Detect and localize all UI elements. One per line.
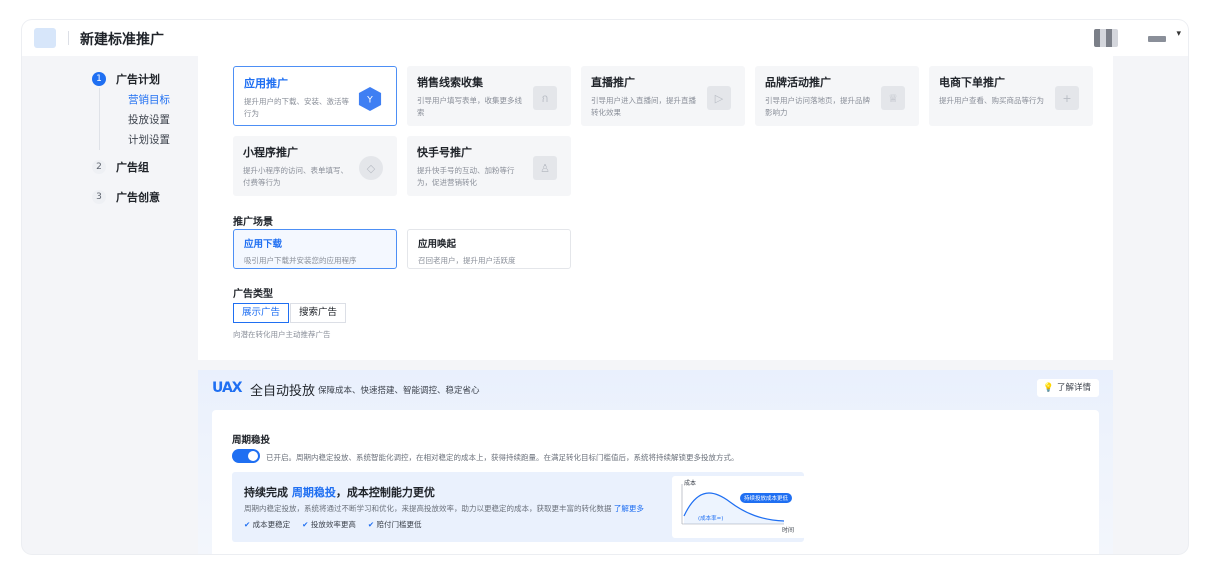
toggle-description: 已开启。周期内稳定投放、系统智能化调控，在相对稳定的成本上，获得持续跑量。在满足… <box>266 453 739 462</box>
app-hex-icon: Y <box>358 87 382 111</box>
uax-card: 周期稳投 已开启。周期内稳定投放、系统智能化调控，在相对稳定的成本上，获得持续跑… <box>212 410 1099 554</box>
scene-section-label: 推广场景 <box>233 217 273 228</box>
chevron-down-icon[interactable]: ▾ <box>1176 29 1181 39</box>
goal-desc: 提升小程序的访问、表单填写、付费等行为 <box>243 166 348 187</box>
uax-subtitle: 保障成本、快速搭建、智能调控、稳定省心 <box>318 386 480 396</box>
mini-chart: 成本 时间 持续投放成本更低 (成本率=) <box>672 476 806 538</box>
cart-icon: + <box>1055 86 1079 110</box>
mini-chart-y-label: 成本 <box>684 480 697 487</box>
goal-card-app[interactable]: 应用推广 提升用户的下载、安装、激活等行为 Y <box>233 66 397 126</box>
adtype-search-button[interactable]: 搜索广告 <box>290 303 347 323</box>
goal-card-ecommerce[interactable]: 电商下单推广 提升用户查看、购买商品等行为 + <box>929 66 1093 126</box>
promo-desc: 周期内稳定投放，系统将通过不断学习和优化，来提高投放效率，助力以更稳定的成本，获… <box>244 503 644 514</box>
step-label: 广告创意 <box>116 191 160 204</box>
step-label: 广告计划 <box>116 73 160 86</box>
promo-link[interactable]: 了解更多 <box>614 504 644 513</box>
learn-more-button[interactable]: 💡 了解详情 <box>1037 379 1099 397</box>
step-sidebar: 1 广告计划 营销目标 投放设置 计划设置 2 广告组 3 广告创意 <box>92 68 202 208</box>
uax-title: 全自动投放 <box>250 384 316 399</box>
promo-title-pre: 持续完成 <box>244 486 288 499</box>
adtype-hint: 向潜在转化用户主动推荐广告 <box>233 330 331 339</box>
bulb-icon: 💡 <box>1043 383 1054 393</box>
goal-card-kuaishou[interactable]: 快手号推广 提升快手号的互动、加粉等行为，促进营销转化 ♙ <box>407 136 571 196</box>
page-title: 新建标准推广 <box>80 32 164 48</box>
promo-title-highlight: 周期稳投 <box>291 486 336 499</box>
promo-desc-text: 周期内稳定投放，系统将通过不断学习和优化，来提高投放效率，助力以更稳定的成本，获… <box>244 504 612 513</box>
goal-card-brand[interactable]: 品牌活动推广 引导用户访问落地页，提升品牌影响力 ♕ <box>755 66 919 126</box>
goal-card-miniapp[interactable]: 小程序推广 提升小程序的访问、表单填写、付费等行为 ◇ <box>233 136 397 196</box>
step-number: 2 <box>92 160 106 174</box>
step-ad-group[interactable]: 2 广告组 <box>92 156 202 178</box>
mini-chart-tag: (成本率=) <box>698 516 724 522</box>
step-campaign[interactable]: 1 广告计划 <box>92 68 202 90</box>
step-number: 1 <box>92 72 106 86</box>
learn-more-label: 了解详情 <box>1056 383 1091 393</box>
substep-delivery-settings[interactable]: 投放设置 <box>92 110 202 130</box>
scene-desc: 召回老用户，提升用户活跃度 <box>418 256 516 265</box>
scene-desc: 吸引用户下载并安装您的应用程序 <box>244 256 357 265</box>
crown-icon: ♕ <box>881 86 905 110</box>
mini-chart-x-label: 时间 <box>782 527 795 534</box>
miniapp-icon: ◇ <box>359 156 383 180</box>
promo-title-post: ，成本控制能力更优 <box>335 486 435 499</box>
goal-card-live[interactable]: 直播推广 引导用户进入直播间，提升直播转化效果 ▷ <box>581 66 745 126</box>
avatar[interactable] <box>1094 29 1118 47</box>
app-window: 新建标准推广 ▾ 1 广告计划 营销目标 投放设置 计划设置 2 广告组 3 广… <box>22 20 1188 554</box>
main-panel: 应用推广 提升用户的下载、安装、激活等行为 Y 销售线索收集 引导用户填写表单，… <box>198 56 1113 360</box>
cycle-toggle[interactable] <box>232 449 260 463</box>
uax-panel: UAX 全自动投放 保障成本、快速搭建、智能调控、稳定省心 💡 了解详情 周期稳投… <box>198 370 1113 554</box>
step-connector <box>99 88 100 150</box>
uax-logo: UAX <box>212 380 243 396</box>
adtype-display-button[interactable]: 展示广告 <box>233 303 290 323</box>
top-bar: 新建标准推广 ▾ <box>22 20 1188 56</box>
step-label: 广告组 <box>116 161 149 174</box>
promo-banner: 持续完成 周期稳投，成本控制能力更优 周期内稳定投放，系统将通过不断学习和优化，… <box>232 472 806 542</box>
goal-desc: 引导用户填写表单，收集更多线索 <box>417 96 522 117</box>
substep-plan-settings[interactable]: 计划设置 <box>92 130 202 150</box>
logo[interactable] <box>34 28 56 48</box>
form-icon: ก <box>533 86 557 110</box>
scene-app-reactivate[interactable]: 应用唤起 召回老用户，提升用户活跃度 <box>407 229 571 269</box>
goal-desc: 提升用户的下载、安装、激活等行为 <box>244 97 349 118</box>
goal-desc: 提升快手号的互动、加粉等行为，促进营销转化 <box>417 166 515 187</box>
user-icon: ♙ <box>533 156 557 180</box>
promo-title: 持续完成 周期稳投，成本控制能力更优 <box>244 484 435 500</box>
svg-text:Y: Y <box>366 95 373 106</box>
step-ad-creative[interactable]: 3 广告创意 <box>92 186 202 208</box>
scene-app-download[interactable]: 应用下载 吸引用户下载并安装您的应用程序 <box>233 229 397 269</box>
adtype-section-label: 广告类型 <box>233 289 273 300</box>
scene-title: 应用唤起 <box>418 239 457 250</box>
step-number: 3 <box>92 190 106 204</box>
goal-desc: 提升用户查看、购买商品等行为 <box>939 96 1044 105</box>
goal-desc: 引导用户访问落地页，提升品牌影响力 <box>765 96 870 117</box>
check-item: 赔付门槛更低 <box>368 519 422 530</box>
play-icon: ▷ <box>707 86 731 110</box>
mini-chart-pill: 持续投放成本更低 <box>740 493 793 503</box>
user-name[interactable] <box>1148 36 1166 42</box>
cycle-label: 周期稳投 <box>232 435 271 446</box>
substep-marketing-goal[interactable]: 营销目标 <box>92 90 202 110</box>
goal-desc: 引导用户进入直播间，提升直播转化效果 <box>591 96 696 117</box>
check-item: 成本更稳定 <box>244 519 291 530</box>
promo-checks: 成本更稳定 投放效率更高 赔付门槛更低 <box>244 519 422 530</box>
goal-card-leads[interactable]: 销售线索收集 引导用户填写表单，收集更多线索 ก <box>407 66 571 126</box>
check-item: 投放效率更高 <box>302 519 356 530</box>
divider <box>68 31 69 45</box>
scene-title: 应用下载 <box>244 239 283 250</box>
